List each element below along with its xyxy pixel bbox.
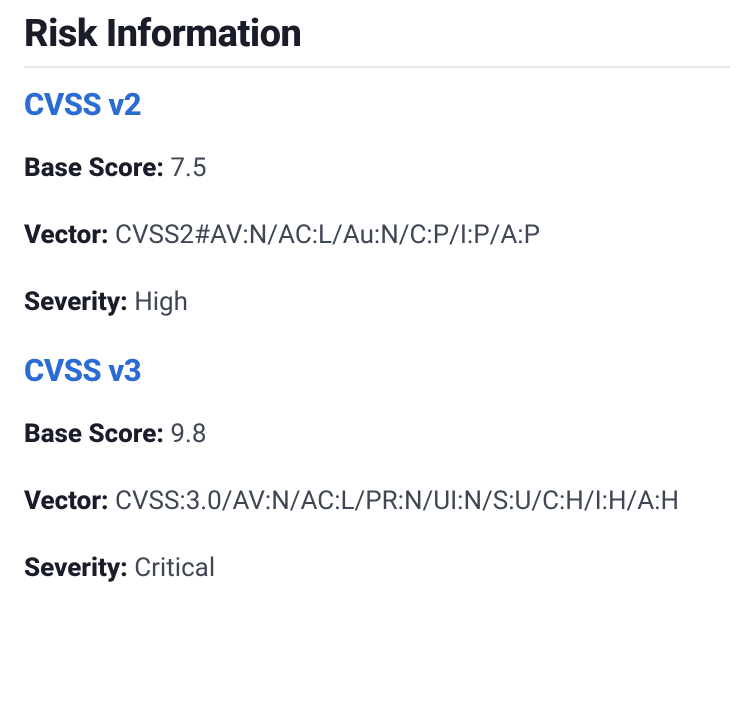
cvss-v2-vector-label: Vector: [24,220,109,250]
cvss-v3-vector-label: Vector: [24,486,109,516]
risk-information-heading: Risk Information [24,12,730,68]
cvss-v3-base-score-label: Base Score: [24,419,164,449]
cvss-v2-vector-line: Vector: CVSS2#AV:N/AC:L/Au:N/C:P/I:P/A:P [24,218,730,253]
cvss-v2-heading: CVSS v2 [24,86,730,123]
cvss-v3-base-score-value: 9.8 [170,419,206,449]
cvss-v3-heading: CVSS v3 [24,352,730,389]
cvss-v3-severity-line: Severity: Critical [24,551,730,586]
cvss-v3-severity-label: Severity: [24,553,128,583]
cvss-v3-vector-line: Vector: CVSS:3.0/AV:N/AC:L/PR:N/UI:N/S:U… [24,484,730,519]
cvss-v2-base-score-value: 7.5 [170,153,206,183]
cvss-v2-severity-value: High [134,287,188,317]
cvss-v2-base-score-line: Base Score: 7.5 [24,151,730,186]
cvss-v3-vector-value: CVSS:3.0/AV:N/AC:L/PR:N/UI:N/S:U/C:H/I:H… [115,486,679,516]
cvss-v2-severity-label: Severity: [24,287,128,317]
cvss-v2-severity-line: Severity: High [24,285,730,320]
cvss-v3-base-score-line: Base Score: 9.8 [24,417,730,452]
cvss-v3-severity-value: Critical [134,553,215,583]
cvss-v2-base-score-label: Base Score: [24,153,164,183]
cvss-v2-vector-value: CVSS2#AV:N/AC:L/Au:N/C:P/I:P/A:P [115,220,540,250]
